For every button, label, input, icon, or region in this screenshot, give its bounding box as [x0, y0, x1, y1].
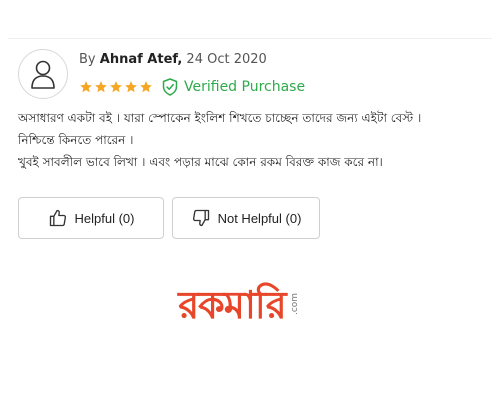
star-icon	[125, 81, 137, 93]
thumbs-up-icon	[49, 209, 66, 227]
star-rating	[79, 80, 153, 94]
review-line: খুবই সাবলীল ভাবে লিখা । এবং পড়ার মাঝে ক…	[18, 155, 383, 169]
star-icon	[110, 81, 122, 93]
not-helpful-button[interactable]: Not Helpful (0)	[172, 197, 320, 239]
author-name[interactable]: Ahnaf Atef,	[100, 52, 183, 67]
rating-row: Verified Purchase	[79, 77, 305, 97]
avatar	[18, 49, 68, 99]
verified-label: Verified Purchase	[184, 79, 306, 95]
review-line: নিশ্চিন্তে কিনতে পারেন ।	[18, 133, 134, 147]
user-outline-icon	[31, 60, 55, 89]
star-icon	[95, 81, 107, 93]
shield-check-icon	[162, 78, 178, 96]
review-date: 24 Oct 2020	[186, 52, 267, 67]
thumbs-down-icon	[192, 209, 209, 227]
by-prefix: By	[79, 52, 96, 67]
review-card: By Ahnaf Atef, 24 Oct 2020 Verified Purc…	[8, 38, 492, 279]
not-helpful-label: Not Helpful (0)	[217, 210, 302, 226]
logo-suffix: .com	[289, 292, 300, 316]
rokomari-logo: রকমারি .com	[162, 278, 322, 338]
star-icon	[80, 81, 92, 93]
star-icon	[140, 81, 152, 93]
helpful-button[interactable]: Helpful (0)	[18, 197, 164, 239]
verified-badge: Verified Purchase	[162, 78, 305, 96]
review-meta: By Ahnaf Atef, 24 Oct 2020	[79, 51, 267, 69]
review-line: অসাধারণ একটা বই । যারা স্পোকেন ইংলিশ শিখ…	[18, 111, 422, 125]
review-text: অসাধারণ একটা বই । যারা স্পোকেন ইংলিশ শিখ…	[18, 107, 490, 173]
helpful-label: Helpful (0)	[74, 210, 135, 226]
logo-wordmark: রকমারি	[178, 283, 286, 327]
